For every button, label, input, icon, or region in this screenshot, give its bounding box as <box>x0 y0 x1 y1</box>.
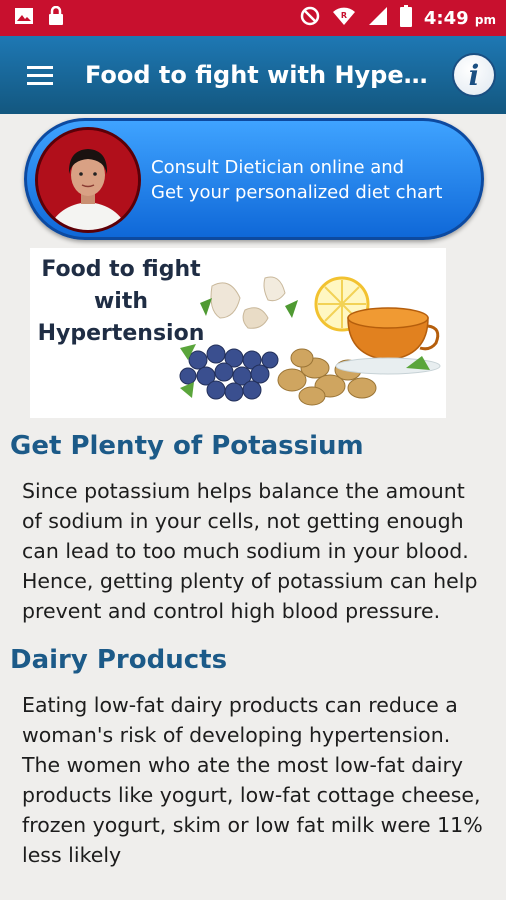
wifi-icon: R <box>332 6 356 30</box>
app-bar: Food to fight with Hypertension i <box>0 36 506 114</box>
content-area[interactable]: Consult Dietician online and Get your pe… <box>0 114 506 900</box>
dietician-avatar <box>35 127 141 233</box>
do-not-disturb-icon <box>300 6 320 30</box>
promo-line-1: Consult Dietician online and <box>151 157 405 178</box>
svg-text:R: R <box>341 11 347 20</box>
section-text: Eating low-fat dairy products can reduce… <box>22 693 483 867</box>
potatoes-icon <box>277 348 377 406</box>
info-button[interactable]: i <box>452 53 496 97</box>
gallery-icon <box>14 7 34 29</box>
article-body: Get Plenty of Potassium Since potassium … <box>10 428 490 886</box>
battery-icon <box>399 5 412 31</box>
article-banner-image: Food to fight with Hypertension <box>30 248 446 418</box>
promo-line-2: Get your personalized diet chart <box>151 182 443 203</box>
section-text: Since potassium helps balance the amount… <box>22 479 478 623</box>
food-illustration <box>179 276 441 406</box>
clock: 4:49 pm <box>423 7 496 29</box>
section-heading: Dairy Products <box>10 645 228 675</box>
page-title: Food to fight with Hypertension <box>85 61 435 89</box>
blueberries-icon <box>179 344 279 402</box>
menu-button[interactable] <box>0 36 80 114</box>
lock-icon <box>48 5 64 30</box>
lemon-tea-icon <box>314 276 441 375</box>
section-heading: Get Plenty of Potassium <box>10 431 364 461</box>
consult-dietician-banner[interactable]: Consult Dietician online and Get your pe… <box>24 118 484 240</box>
garlic-icon <box>200 276 298 329</box>
info-icon: i <box>468 58 480 92</box>
promo-text: Consult Dietician online and Get your pe… <box>151 155 481 205</box>
hamburger-icon <box>27 61 53 90</box>
status-bar: R 4:49 pm <box>0 0 506 36</box>
signal-icon <box>368 6 388 30</box>
